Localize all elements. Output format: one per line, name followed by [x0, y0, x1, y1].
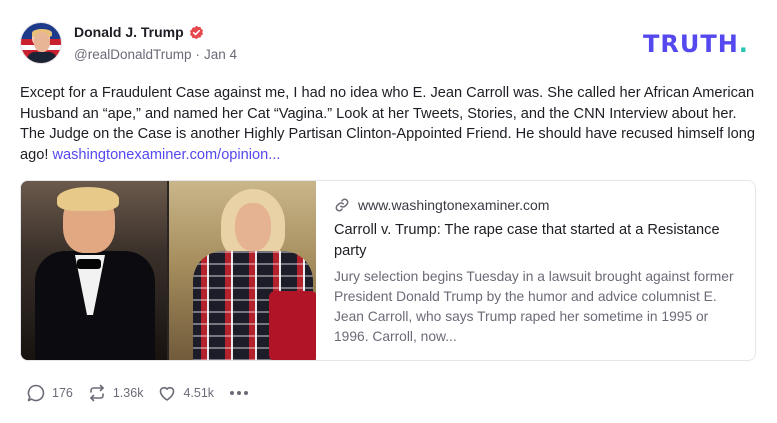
meta-separator: · — [195, 47, 201, 62]
reply-icon — [26, 383, 46, 403]
link-preview-body: www.washingtonexaminer.com Carroll v. Tr… — [334, 193, 744, 347]
author-name-row: Donald J. Trump — [74, 24, 204, 40]
post-text: Except for a Fraudulent Case against me,… — [20, 83, 760, 165]
more-dot — [230, 391, 235, 395]
photo-woman-bag — [269, 291, 316, 360]
photo-figure-hair — [57, 187, 119, 211]
link-preview-description: Jury selection begins Tuesday in a lawsu… — [334, 269, 734, 344]
retruth-button[interactable]: 1.36k — [87, 383, 144, 403]
heart-icon — [157, 383, 177, 403]
author-display-name[interactable]: Donald J. Trump — [74, 24, 184, 40]
logo-text: TRUTH — [643, 30, 739, 58]
link-preview-title: Carroll v. Trump: The rape case that sta… — [334, 222, 720, 259]
more-dot — [244, 391, 249, 395]
link-preview-domain-row: www.washingtonexaminer.com — [334, 193, 744, 217]
retruth-icon — [87, 383, 107, 403]
avatar-suit — [27, 52, 57, 63]
logo-dot: . — [738, 30, 749, 58]
author-handle[interactable]: @realDonaldTrump — [74, 47, 192, 62]
like-button[interactable]: 4.51k — [157, 383, 214, 403]
post-actions: 176 1.36k 4.51k — [26, 383, 249, 403]
link-icon — [334, 197, 350, 213]
photo-woman-face — [235, 203, 271, 251]
more-dot — [237, 391, 242, 395]
avatar-face — [34, 32, 50, 52]
link-preview-domain: www.washingtonexaminer.com — [358, 197, 550, 213]
reply-button[interactable]: 176 — [26, 383, 73, 403]
link-preview-card[interactable]: www.washingtonexaminer.com Carroll v. Tr… — [20, 180, 756, 361]
like-count: 4.51k — [183, 386, 215, 400]
verified-badge-icon — [189, 25, 204, 40]
post-date[interactable]: Jan 4 — [204, 47, 237, 62]
link-preview-image — [21, 181, 316, 360]
post-link[interactable]: washingtonexaminer.com/opinion... — [52, 147, 280, 163]
author-handle-row: @realDonaldTrump · Jan 4 — [74, 47, 237, 62]
more-icon[interactable] — [230, 391, 249, 395]
reply-count: 176 — [52, 386, 73, 400]
avatar[interactable] — [20, 22, 62, 64]
retruth-count: 1.36k — [112, 386, 144, 400]
photo-figure-bowtie — [77, 259, 101, 269]
truth-logo[interactable]: TRUTH. — [643, 30, 749, 58]
